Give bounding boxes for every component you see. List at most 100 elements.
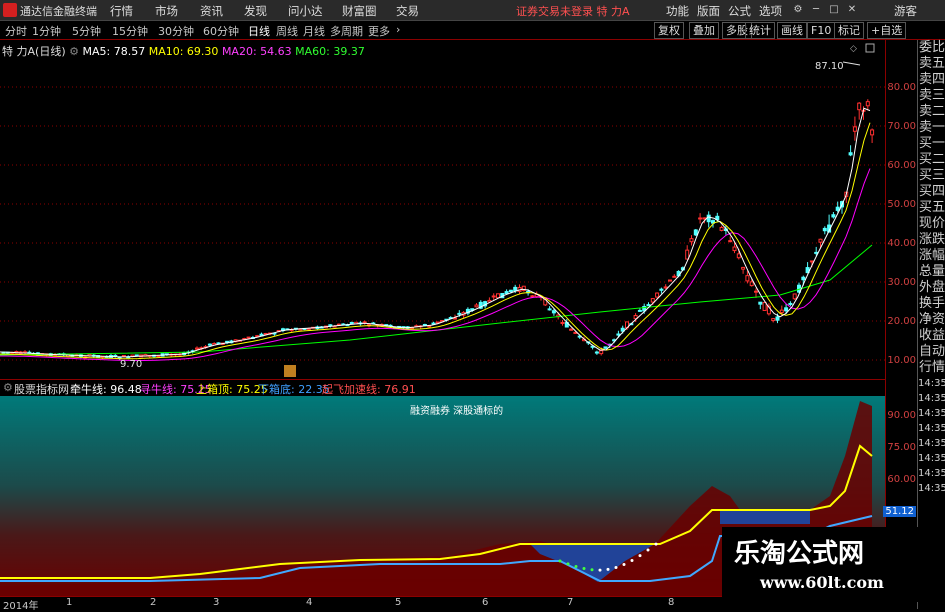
y-label-60: 60.00: [887, 160, 916, 171]
menu-layout[interactable]: 版面: [697, 3, 720, 19]
menu-fortune[interactable]: 财富圈: [342, 3, 377, 19]
y-label-30: 30.00: [887, 277, 916, 288]
btn-overlay[interactable]: 叠加: [689, 22, 719, 39]
candle-body: [818, 238, 823, 243]
quote-panel-item: 买三: [918, 168, 945, 183]
btn-f10[interactable]: F10: [807, 22, 836, 39]
candle-body: [504, 291, 509, 295]
period-1min[interactable]: 1分钟: [32, 23, 61, 39]
candle-body: [754, 290, 758, 293]
candle-body: [835, 206, 840, 211]
signal-dot: [638, 554, 642, 558]
candle-body: [719, 226, 724, 231]
signal-dot: [606, 567, 610, 571]
btn-statistics[interactable]: 统计: [745, 22, 775, 39]
quote-panel-item[interactable]: 自动: [918, 344, 945, 360]
candle-body: [569, 328, 574, 331]
y-label-20: 20.00: [887, 316, 916, 327]
gear-icon[interactable]: ⚙: [3, 381, 13, 394]
minimize-icon[interactable]: ─: [810, 4, 822, 15]
quote-panel-item: 总量: [918, 264, 945, 279]
diamond-icon: ◇: [850, 44, 857, 54]
candle-body: [758, 301, 763, 305]
btn-add-favorite[interactable]: +自选: [867, 22, 907, 39]
quote-panel-item: 卖二: [918, 104, 945, 119]
stock-name: 特 力A: [2, 45, 36, 58]
period-weekly[interactable]: 周线: [276, 23, 298, 39]
period-5min[interactable]: 5分钟: [72, 23, 101, 39]
btn-draw-line[interactable]: 画线: [777, 22, 807, 39]
quote-panel-item[interactable]: 14:35: [918, 466, 945, 481]
y-axis: 80.00 70.00 60.00 50.00 40.00 30.00 20.0…: [883, 40, 918, 596]
quote-panel-item: 买四: [918, 184, 945, 199]
menu-xiaoda[interactable]: 问小达: [288, 3, 323, 19]
x-label-5: 5: [395, 597, 402, 608]
low-price-label: 9.70: [120, 359, 142, 370]
candle-body: [857, 102, 862, 111]
watermark-url: www.60lt.com: [760, 573, 884, 592]
quote-panel-item[interactable]: 14:35: [918, 421, 945, 436]
indicator-name[interactable]: 股票指标网: [14, 381, 69, 397]
maximize-icon[interactable]: □: [828, 4, 840, 15]
menu-guest[interactable]: 游客: [894, 3, 917, 19]
candle-body: [848, 152, 853, 156]
period-30min[interactable]: 30分钟: [158, 23, 194, 39]
candle-body: [668, 279, 672, 282]
quote-panel-item[interactable]: 14:35: [918, 376, 945, 391]
menu-function[interactable]: 功能: [666, 3, 689, 19]
period-more[interactable]: 更多: [368, 23, 390, 39]
y-label-10: 10.00: [887, 355, 916, 366]
candle-body: [741, 266, 746, 270]
period-60min[interactable]: 60分钟: [203, 23, 239, 39]
candle-body: [207, 343, 212, 346]
ma60-label: MA60: 39.37: [295, 45, 365, 58]
chevron-right-icon[interactable]: ›: [396, 23, 400, 36]
candle-body: [496, 293, 500, 299]
candle-body: [771, 318, 776, 322]
candle-body: [650, 298, 655, 303]
title-bar: 通达信金融终端 行情 市场 资讯 发现 问小达 财富圈 交易 证券交易未登录 特…: [0, 0, 945, 21]
indicator-line-5: 起飞加速线: 76.91: [322, 383, 416, 396]
menu-options[interactable]: 选项: [759, 3, 782, 19]
ma60-line: [0, 244, 873, 356]
btn-mark[interactable]: 标记: [834, 22, 864, 39]
btn-restore-rights[interactable]: 复权: [654, 22, 684, 39]
candle-body: [749, 281, 754, 287]
period-daily[interactable]: 日线: [248, 23, 270, 39]
quote-panel-item[interactable]: 14:35: [918, 451, 945, 466]
price-chart[interactable]: 87.10 9.70 ◇: [0, 40, 885, 379]
quote-panel-item[interactable]: 14:35: [918, 436, 945, 451]
app-logo-icon: [3, 3, 17, 17]
period-monthly[interactable]: 月线: [303, 23, 325, 39]
ind-y-label-90: 90.00: [887, 410, 916, 421]
signal-dot: [558, 559, 562, 563]
indicator-header: ⚙ 股票指标网 牵牛线: 96.48 寻牛线: 75.25 上箱顶: 75.25…: [0, 379, 885, 397]
menu-market[interactable]: 市场: [155, 3, 178, 19]
period-multi[interactable]: 多周期: [330, 23, 363, 39]
signal-dot: [566, 562, 570, 566]
login-status[interactable]: 证券交易未登录 特 力A: [516, 3, 630, 19]
gear-icon[interactable]: ⚙: [69, 45, 79, 58]
period-15min[interactable]: 15分钟: [112, 23, 148, 39]
candle-body: [637, 309, 642, 312]
menu-discover[interactable]: 发现: [244, 3, 267, 19]
menu-hangqing[interactable]: 行情: [110, 3, 133, 19]
quote-panel-item[interactable]: 14:35: [918, 391, 945, 406]
close-icon[interactable]: ✕: [846, 4, 858, 15]
candle-body: [693, 229, 698, 236]
menu-formula[interactable]: 公式: [728, 3, 751, 19]
signal-dot: [622, 563, 626, 566]
quote-panel-item: 收益: [918, 328, 945, 343]
ma-info-bar: 特 力A(日线) ⚙ MA5: 78.57 MA10: 69.30 MA20: …: [2, 43, 365, 59]
menu-trade[interactable]: 交易: [396, 3, 419, 19]
candle-body: [822, 227, 827, 232]
quote-panel-item[interactable]: 14:35: [918, 481, 945, 496]
quote-panel-item[interactable]: 行情: [918, 360, 945, 376]
quote-panel-item[interactable]: 14:35: [918, 406, 945, 421]
signal-dot: [614, 566, 618, 569]
candle-body: [646, 304, 651, 307]
menu-news[interactable]: 资讯: [200, 3, 223, 19]
settings-icon[interactable]: ⚙: [792, 4, 804, 15]
period-fenshi[interactable]: 分时: [5, 23, 27, 39]
candle-body: [814, 251, 819, 254]
